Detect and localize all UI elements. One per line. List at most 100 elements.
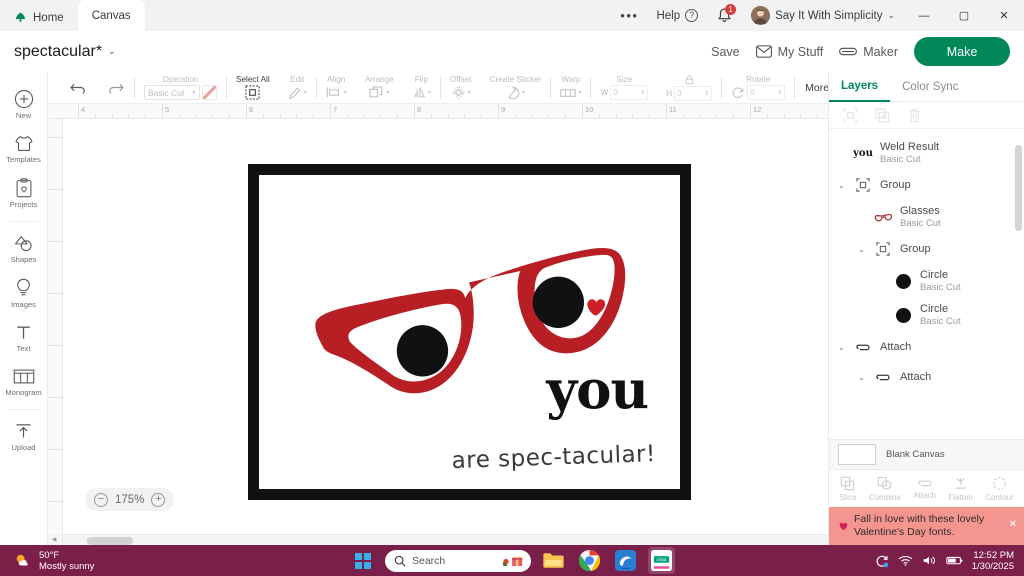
ruler-minor-tick — [447, 114, 449, 118]
layer-row[interactable]: Circle Basic Cut — [829, 264, 1024, 298]
width-input[interactable]: 0 ⇕ — [610, 85, 649, 100]
upload-arrow-icon — [16, 424, 31, 438]
taskbar-cricut-design-space[interactable]: cricut — [648, 547, 675, 574]
promo-notification[interactable]: Fall in love with these lovely Valentine… — [829, 507, 1024, 545]
sidebar-item-text[interactable]: Text — [0, 316, 48, 360]
overflow-menu-button[interactable]: ••• — [611, 0, 647, 31]
close-icon[interactable]: ✕ — [1009, 519, 1017, 530]
weather-widget[interactable]: 50°F Mostly sunny — [0, 550, 94, 572]
artwork-headline: you — [546, 359, 649, 421]
ungroup-icon[interactable] — [843, 107, 858, 123]
rotate-input[interactable]: 0 ⇕ — [747, 85, 786, 100]
height-input[interactable]: 0 ⇕ — [674, 86, 713, 101]
minimize-button[interactable]: — — [904, 0, 944, 31]
app-header: spectacular* ⌄ Save My Stuff Maker Make — [0, 31, 1024, 72]
save-button[interactable]: Save — [711, 45, 740, 59]
taskbar-edge-like-app[interactable] — [612, 549, 639, 572]
close-button[interactable]: ✕ — [984, 0, 1024, 31]
battery-icon[interactable] — [946, 554, 963, 567]
create-sticker-menu[interactable]: Create Sticker ▾ — [481, 72, 551, 104]
operation-control[interactable]: Operation Basic Cut ▾ — [135, 72, 226, 104]
sidebar-item-new[interactable]: New — [0, 82, 48, 127]
chevron-down-icon[interactable]: ⌄ — [857, 245, 866, 254]
search-input[interactable]: Search — [385, 549, 531, 572]
zoom-in-button[interactable]: + — [151, 492, 166, 507]
tab-canvas[interactable]: Canvas — [77, 0, 145, 31]
layer-row[interactable]: Glasses Basic Cut — [829, 200, 1024, 234]
operation-select[interactable]: Basic Cut ▾ — [144, 85, 200, 100]
artwork-frame[interactable]: you are spec-tacular! — [248, 164, 691, 500]
slice-button[interactable]: Slice — [839, 476, 857, 502]
warp-menu[interactable]: Warp ▾ — [551, 72, 590, 104]
canvas-stage[interactable]: you are spec-tacular! − 175% + — [63, 119, 828, 533]
layer-row[interactable]: ⌄ Attach — [829, 332, 1024, 362]
tab-layers[interactable]: Layers — [829, 72, 891, 102]
tab-home[interactable]: Home — [0, 4, 78, 31]
wifi-icon[interactable] — [898, 554, 913, 567]
canvas-color-swatch[interactable] — [838, 444, 876, 465]
notifications-button[interactable]: 1 — [707, 0, 742, 31]
chevron-down-icon[interactable]: ⌄ — [837, 181, 846, 190]
operation-color-swatch[interactable] — [202, 85, 217, 100]
layer-row[interactable]: ⌄ Group — [829, 234, 1024, 264]
delete-icon[interactable] — [907, 108, 922, 123]
flip-menu[interactable]: Flip ▾ — [403, 72, 440, 104]
make-button[interactable]: Make — [914, 37, 1010, 66]
chevron-down-icon[interactable]: ⌄ — [837, 343, 846, 352]
redo-button[interactable] — [97, 72, 134, 104]
arrange-menu[interactable]: Arrange ▾ — [356, 72, 403, 104]
more-label: More — [805, 81, 830, 94]
sidebar-label-monogram: Monogram — [5, 388, 42, 397]
duplicate-icon[interactable] — [875, 107, 890, 123]
combine-button[interactable]: Combine — [869, 476, 901, 502]
canvas-area[interactable]: 4 5 6 7 8 9 10 11 12 you are spec-tacula… — [48, 104, 828, 545]
align-menu[interactable]: Align ▾ — [317, 72, 356, 104]
layer-row[interactable]: ⌄ Attach — [829, 362, 1024, 392]
contour-button[interactable]: Contour — [985, 476, 1014, 502]
maximize-button[interactable]: ▢ — [944, 0, 984, 31]
layer-row[interactable]: Circle Basic Cut — [829, 298, 1024, 332]
rotate-icon[interactable] — [731, 86, 745, 100]
edit-menu[interactable]: Edit ▾ — [279, 72, 316, 104]
sidebar-item-shapes[interactable]: Shapes — [0, 227, 48, 271]
sidebar-item-projects[interactable]: Projects — [0, 171, 48, 216]
horizontal-scroll-thumb[interactable] — [87, 537, 133, 545]
layers-scroll-thumb[interactable] — [1015, 145, 1022, 231]
account-menu[interactable]: Say It With Simplicity ⌄ — [742, 0, 904, 31]
volume-icon[interactable] — [922, 554, 937, 567]
zoom-out-button[interactable]: − — [94, 492, 108, 507]
scroll-left-button[interactable]: ◀ — [48, 534, 60, 545]
select-all-button[interactable]: Select All — [227, 72, 279, 104]
machine-selector[interactable]: Maker — [839, 45, 898, 59]
taskbar-chrome[interactable] — [576, 549, 603, 572]
offset-menu[interactable]: Offset ▾ — [441, 72, 481, 104]
my-stuff-button[interactable]: My Stuff — [755, 45, 823, 59]
flatten-button[interactable]: Flatten — [948, 476, 973, 502]
layer-row[interactable]: you Weld Result Basic Cut — [829, 136, 1024, 170]
start-button[interactable] — [349, 552, 376, 569]
horizontal-scrollbar[interactable] — [63, 534, 828, 545]
warp-icon — [560, 88, 577, 97]
sync-status-icon[interactable] — [875, 554, 889, 568]
sidebar-item-upload[interactable]: Upload — [0, 415, 48, 459]
layer-row[interactable]: ⌄ Group — [829, 170, 1024, 200]
attach-button[interactable]: Attach — [913, 477, 936, 500]
header-actions: Save My Stuff Maker Make — [711, 37, 1024, 66]
tab-color-sync[interactable]: Color Sync — [890, 72, 970, 102]
lock-icon[interactable] — [684, 74, 695, 85]
project-title-menu[interactable]: spectacular* ⌄ — [14, 43, 116, 61]
undo-button[interactable] — [60, 72, 97, 104]
layers-scrollbar[interactable] — [1015, 137, 1022, 433]
chevron-down-icon[interactable]: ⌄ — [857, 373, 866, 382]
stepper-icon: ⇕ — [777, 90, 783, 96]
layer-list[interactable]: you Weld Result Basic Cut ⌄ Group Glasses Basi… — [829, 129, 1024, 439]
sidebar-item-templates[interactable]: Templates — [0, 127, 48, 171]
taskbar-file-explorer[interactable] — [540, 549, 567, 572]
help-button[interactable]: Help ? — [647, 0, 707, 31]
envelope-icon — [755, 45, 772, 58]
ruler-tick: 5 — [162, 104, 169, 119]
sidebar-item-monogram[interactable]: Monogram — [0, 360, 48, 404]
blank-canvas-row[interactable]: Blank Canvas — [829, 439, 1024, 469]
sidebar-item-images[interactable]: Images — [0, 271, 48, 316]
taskbar-clock[interactable]: 12:52 PM 1/30/2025 — [972, 550, 1014, 572]
